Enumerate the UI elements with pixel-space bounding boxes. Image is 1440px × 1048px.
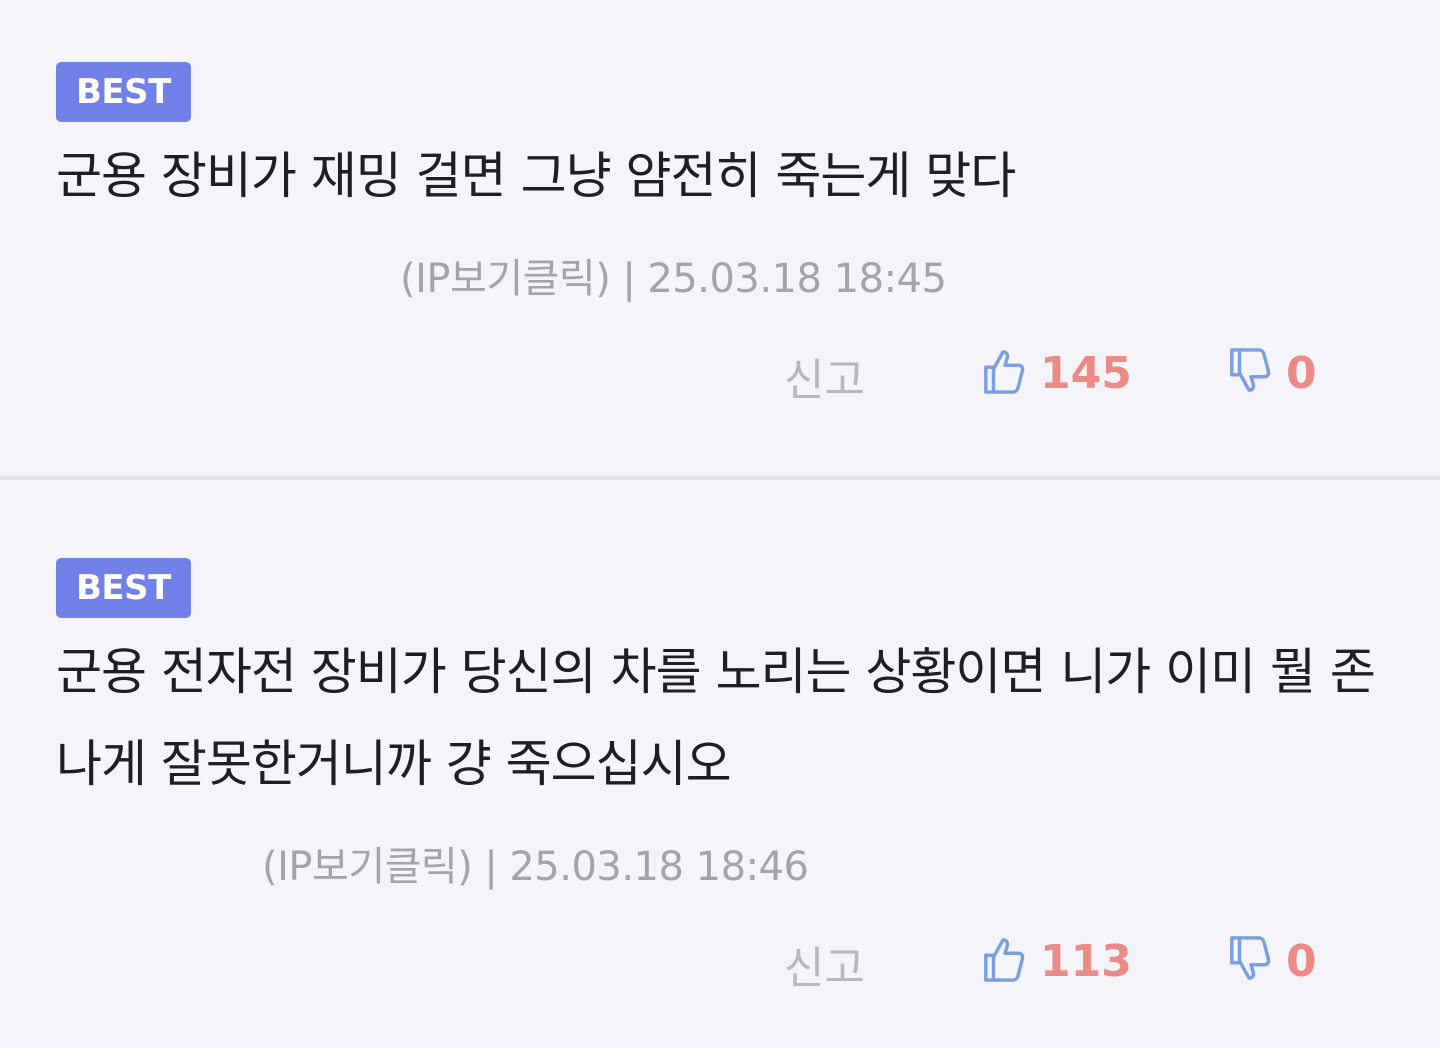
like-count: 145 xyxy=(1040,347,1132,399)
comment-meta: (IP보기클릭) | 25.03.18 18:46 xyxy=(262,834,809,892)
dislike-count: 0 xyxy=(1286,935,1317,987)
comment-date: 25.03.18 18:46 xyxy=(509,844,809,890)
comment-item: BEST 군용 전자전 장비가 당신의 차를 노리는 상황이면 니가 이미 뭘 … xyxy=(0,480,1440,1048)
comment-text: 군용 장비가 재밍 걸면 그냥 얌전히 죽는게 맞다 xyxy=(56,147,1016,205)
comment-item: BEST 군용 장비가 재밍 걸면 그냥 얌전히 죽는게 맞다 (IP보기클릭)… xyxy=(0,0,1440,476)
like-count: 113 xyxy=(1040,935,1132,987)
ip-view-link[interactable]: (IP보기클릭) xyxy=(400,256,611,302)
best-badge: BEST xyxy=(56,62,191,122)
thumbs-down-icon xyxy=(1228,346,1274,400)
report-button[interactable]: 신고 xyxy=(784,932,865,996)
dislike-count: 0 xyxy=(1286,347,1317,399)
best-badge: BEST xyxy=(56,558,191,618)
like-button[interactable]: 113 xyxy=(982,934,1132,988)
comment-meta: (IP보기클릭) | 25.03.18 18:45 xyxy=(400,246,947,304)
thumbs-up-icon xyxy=(982,934,1028,988)
comment-text: 군용 전자전 장비가 당신의 차를 노리는 상황이면 니가 이미 뭘 존나게 잘… xyxy=(56,643,1376,793)
like-button[interactable]: 145 xyxy=(982,346,1132,400)
dislike-button[interactable]: 0 xyxy=(1228,934,1317,988)
comment-date: 25.03.18 18:45 xyxy=(647,256,947,302)
meta-separator: | xyxy=(484,844,498,890)
ip-view-link[interactable]: (IP보기클릭) xyxy=(262,844,473,890)
dislike-button[interactable]: 0 xyxy=(1228,346,1317,400)
thumbs-down-icon xyxy=(1228,934,1274,988)
report-button[interactable]: 신고 xyxy=(784,344,865,408)
thumbs-up-icon xyxy=(982,346,1028,400)
meta-separator: | xyxy=(622,256,636,302)
